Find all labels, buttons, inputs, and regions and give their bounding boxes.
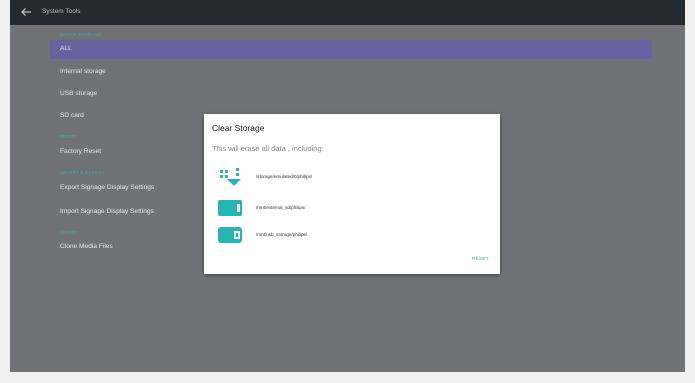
storage-path-internal: /storage/emulated/0/philips/ xyxy=(256,174,313,179)
dialog-title: Clear Storage xyxy=(212,123,265,133)
row-import-settings-label: Import Signage Display Settings xyxy=(60,208,154,215)
top-bar: System Tools xyxy=(10,0,685,25)
screen: System Tools CLEAR STORAGE ALL Internal … xyxy=(10,0,685,372)
row-export-settings-label: Export Signage Display Settings xyxy=(60,184,155,191)
storage-path-usb: /mnt/usb_storage/philips/ xyxy=(256,232,308,237)
clear-storage-dialog: Clear Storage This will erase all data ,… xyxy=(204,114,500,274)
reset-button-label: RESET xyxy=(472,256,489,261)
storage-item-internal: /storage/emulated/0/philips/ xyxy=(218,168,478,186)
section-import-export: IMPORT & EXPORT xyxy=(60,170,106,175)
app-title: System Tools xyxy=(42,8,81,15)
storage-path-sd: /mnt/external_sd/philips/ xyxy=(256,205,306,210)
row-usb-storage-label: USB storage xyxy=(60,90,98,97)
storage-item-usb: /mnt/usb_storage/philips/ xyxy=(218,226,478,244)
row-all-label: ALL xyxy=(60,45,72,52)
storage-item-sd: /mnt/external_sd/philips/ xyxy=(218,199,478,217)
row-internal-storage-label: Internal storage xyxy=(60,68,106,75)
reset-button[interactable]: RESET xyxy=(466,252,496,266)
sd-card-icon xyxy=(218,200,242,216)
row-internal-storage[interactable]: Internal storage xyxy=(50,63,652,82)
internal-storage-icon xyxy=(220,168,241,186)
usb-icon xyxy=(218,227,242,243)
row-clone-media-label: Clone Media Files xyxy=(60,243,113,250)
row-sd-card-label: SD card xyxy=(60,112,84,119)
row-usb-storage[interactable]: USB storage xyxy=(50,85,652,104)
dialog-message: This will erase all data , including: xyxy=(212,144,324,153)
row-all[interactable]: ALL xyxy=(50,40,652,59)
section-clone: Clone xyxy=(60,230,77,235)
section-reset: RESET xyxy=(60,134,77,139)
row-factory-reset-label: Factory Reset xyxy=(60,148,102,155)
section-clear-storage: CLEAR STORAGE xyxy=(60,32,102,37)
back-arrow-icon[interactable] xyxy=(19,6,33,18)
